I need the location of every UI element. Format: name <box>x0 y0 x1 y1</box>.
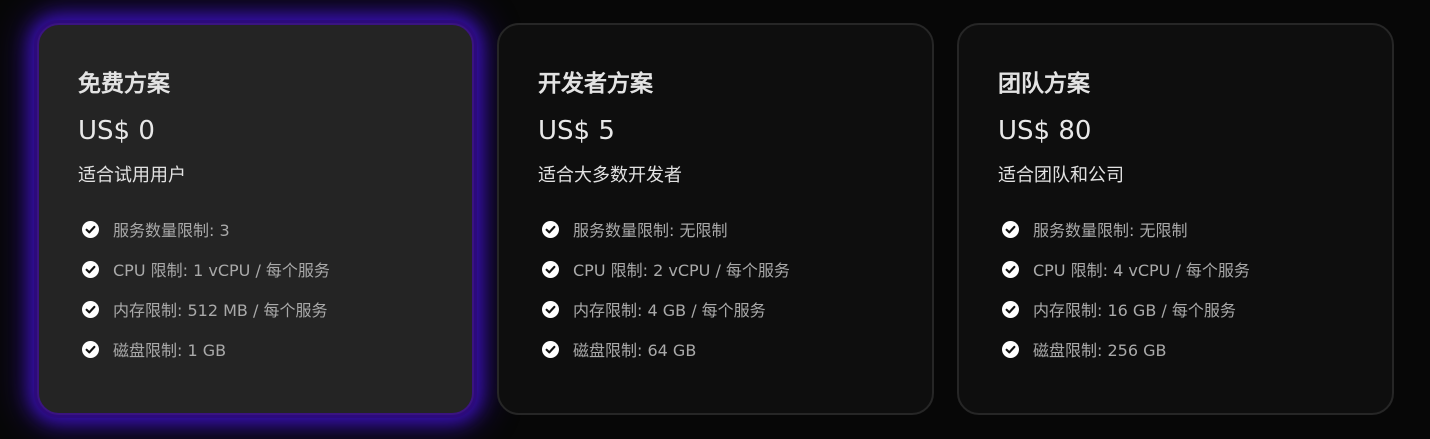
feature-item: CPU 限制: 4 vCPU / 每个服务 <box>1001 249 1250 289</box>
feature-text: 服务数量限制: 3 <box>113 221 230 240</box>
plan-price: US$ 0 <box>78 116 155 146</box>
feature-text: 内存限制: 4 GB / 每个服务 <box>573 301 766 320</box>
check-circle-icon <box>541 220 560 239</box>
feature-text: CPU 限制: 4 vCPU / 每个服务 <box>1033 261 1250 280</box>
check-circle-icon <box>541 340 560 359</box>
feature-text: 磁盘限制: 256 GB <box>1033 341 1167 360</box>
plan-name: 团队方案 <box>998 71 1090 97</box>
check-circle-icon <box>1001 220 1020 239</box>
plan-description: 适合团队和公司 <box>998 165 1124 186</box>
feature-list: 服务数量限制: 3 CPU 限制: 1 vCPU / 每个服务 内存限制: 51… <box>81 209 330 369</box>
check-circle-icon <box>81 340 100 359</box>
check-circle-icon <box>81 300 100 319</box>
feature-text: 磁盘限制: 64 GB <box>573 341 697 360</box>
check-circle-icon <box>1001 260 1020 279</box>
feature-item: CPU 限制: 2 vCPU / 每个服务 <box>541 249 790 289</box>
plan-description: 适合大多数开发者 <box>538 165 682 186</box>
plan-card-team[interactable]: 团队方案 US$ 80 适合团队和公司 服务数量限制: 无限制 CPU 限制: … <box>957 23 1394 415</box>
feature-list: 服务数量限制: 无限制 CPU 限制: 2 vCPU / 每个服务 内存限制: … <box>541 209 790 369</box>
feature-item: 磁盘限制: 256 GB <box>1001 329 1250 369</box>
feature-item: 服务数量限制: 无限制 <box>541 209 790 249</box>
plan-price: US$ 5 <box>538 116 615 146</box>
check-circle-icon <box>1001 340 1020 359</box>
pricing-plans: 免费方案 US$ 0 适合试用用户 服务数量限制: 3 CPU 限制: 1 vC… <box>0 0 1430 439</box>
feature-item: 内存限制: 4 GB / 每个服务 <box>541 289 790 329</box>
feature-item: 内存限制: 16 GB / 每个服务 <box>1001 289 1250 329</box>
check-circle-icon <box>81 220 100 239</box>
check-circle-icon <box>541 260 560 279</box>
feature-text: 服务数量限制: 无限制 <box>1033 221 1188 240</box>
check-circle-icon <box>81 260 100 279</box>
feature-text: CPU 限制: 2 vCPU / 每个服务 <box>573 261 790 280</box>
feature-item: 服务数量限制: 3 <box>81 209 330 249</box>
plan-card-developer[interactable]: 开发者方案 US$ 5 适合大多数开发者 服务数量限制: 无限制 CPU 限制:… <box>497 23 934 415</box>
check-circle-icon <box>541 300 560 319</box>
feature-text: 内存限制: 16 GB / 每个服务 <box>1033 301 1236 320</box>
plan-description: 适合试用用户 <box>78 165 186 186</box>
feature-text: 服务数量限制: 无限制 <box>573 221 728 240</box>
plan-price: US$ 80 <box>998 116 1092 146</box>
feature-item: CPU 限制: 1 vCPU / 每个服务 <box>81 249 330 289</box>
plan-name: 免费方案 <box>78 71 170 97</box>
plan-card-free[interactable]: 免费方案 US$ 0 适合试用用户 服务数量限制: 3 CPU 限制: 1 vC… <box>37 23 474 415</box>
feature-list: 服务数量限制: 无限制 CPU 限制: 4 vCPU / 每个服务 内存限制: … <box>1001 209 1250 369</box>
feature-item: 磁盘限制: 64 GB <box>541 329 790 369</box>
feature-item: 磁盘限制: 1 GB <box>81 329 330 369</box>
feature-text: CPU 限制: 1 vCPU / 每个服务 <box>113 261 330 280</box>
feature-item: 服务数量限制: 无限制 <box>1001 209 1250 249</box>
plan-name: 开发者方案 <box>538 71 653 97</box>
feature-text: 磁盘限制: 1 GB <box>113 341 227 360</box>
feature-text: 内存限制: 512 MB / 每个服务 <box>113 301 328 320</box>
feature-item: 内存限制: 512 MB / 每个服务 <box>81 289 330 329</box>
check-circle-icon <box>1001 300 1020 319</box>
